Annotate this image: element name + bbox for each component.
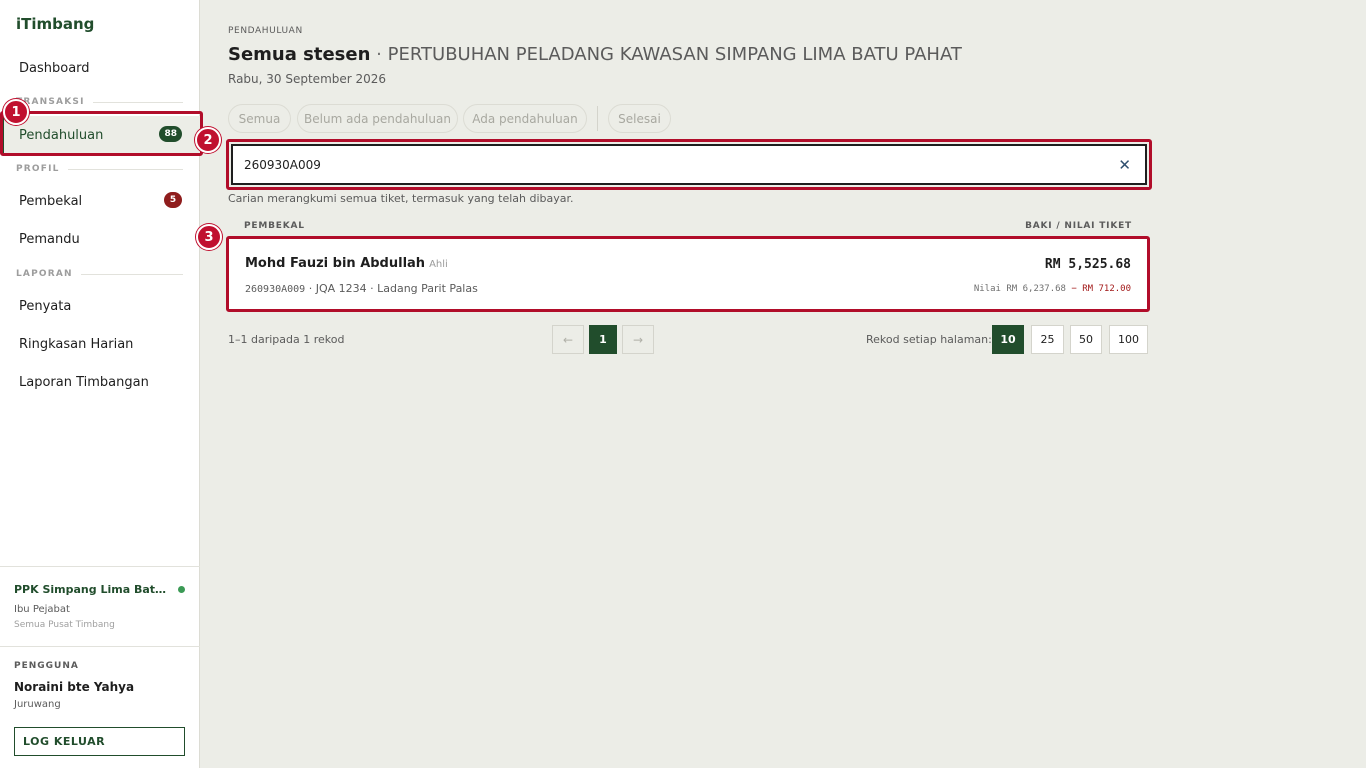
filter-chip-ada-pendahuluan[interactable]: Ada pendahuluan: [463, 104, 587, 133]
section-label-laporan: LAPORAN: [16, 269, 183, 279]
advance-deduction: − RM 712.00: [1065, 284, 1131, 294]
search-input[interactable]: [244, 157, 1094, 172]
column-header-pembekal: PEMBEKAL: [244, 221, 305, 231]
station-office: Ibu Pejabat: [14, 604, 70, 615]
filter-chip-selesai[interactable]: Selesai: [608, 104, 671, 133]
ticket-number: 260930A009: [245, 284, 306, 295]
user-name: Noraini bte Yahya: [14, 680, 135, 694]
sidebar-item-label: Pembekal: [19, 193, 83, 209]
clear-icon[interactable]: ✕: [1118, 156, 1131, 174]
count-badge: 88: [159, 126, 182, 142]
title-separator: ·: [370, 44, 388, 65]
sidebar: iTimbang Dashboard TRANSAKSI Pendahuluan…: [0, 0, 200, 768]
column-header-baki: BAKI / NILAI TIKET: [1025, 221, 1132, 231]
page-title-org: PERTUBUHAN PELADANG KAWASAN SIMPANG LIMA…: [387, 44, 962, 65]
supplier-type: Ahli: [429, 259, 448, 270]
page-date: Rabu, 30 September 2026: [228, 72, 387, 86]
section-label-transaksi: TRANSAKSI: [16, 97, 183, 107]
sidebar-item-label: Laporan Timbangan: [19, 374, 149, 390]
station-scope: Semua Pusat Timbang: [14, 620, 115, 630]
balance-amount: RM 5,525.68: [1044, 257, 1131, 272]
page-button-1[interactable]: 1: [589, 325, 617, 354]
count-badge: 5: [164, 192, 182, 208]
page-title-main: Semua stesen: [228, 44, 371, 65]
sidebar-item-label: Pendahuluan: [19, 127, 104, 143]
sidebar-item-ringkasan-harian[interactable]: Ringkasan Harian: [0, 325, 200, 363]
user-label: PENGGUNA: [14, 661, 79, 671]
sidebar-item-dashboard[interactable]: Dashboard: [0, 49, 200, 87]
filter-divider: [597, 106, 598, 131]
sidebar-item-pembekal[interactable]: Pembekal 5: [0, 182, 200, 220]
breadcrumb: PENDAHULUAN: [228, 26, 303, 36]
online-status-icon: [178, 586, 185, 593]
station-selector[interactable]: PPK Simpang Lima Batu P... Ibu Pejabat S…: [0, 566, 200, 646]
per-page-label: Rekod setiap halaman:: [866, 333, 992, 346]
result-highlight: Mohd Fauzi bin Abdullah Ahli 260930A009 ·…: [226, 236, 1150, 312]
per-page-option-100[interactable]: 100: [1109, 325, 1148, 354]
user-panel: PENGGUNA Noraini bte Yahya Juruwang LOG …: [0, 646, 200, 768]
sidebar-item-label: Ringkasan Harian: [19, 336, 134, 352]
ticket-details: · JQA 1234 · Ladang Parit Palas: [305, 282, 478, 295]
per-page-option-10[interactable]: 10: [992, 325, 1024, 354]
filter-chip-semua[interactable]: Semua: [228, 104, 291, 133]
sidebar-item-pemandu[interactable]: Pemandu: [0, 220, 200, 258]
sidebar-item-label: Pemandu: [19, 231, 80, 247]
annotation-marker-2: 2: [195, 127, 221, 153]
table-row[interactable]: Mohd Fauzi bin Abdullah Ahli 260930A009 ·…: [231, 241, 1145, 307]
prev-page-button[interactable]: ←: [552, 325, 584, 354]
app-logo[interactable]: iTimbang: [16, 15, 94, 33]
filter-chip-belum-ada-pendahuluan[interactable]: Belum ada pendahuluan: [297, 104, 458, 133]
annotation-marker-1: 1: [3, 99, 29, 125]
sidebar-item-label: Penyata: [19, 298, 72, 314]
annotation-marker-3: 3: [196, 224, 222, 250]
search-hint: Carian merangkumi semua tiket, termasuk …: [228, 192, 574, 205]
user-role: Juruwang: [14, 699, 61, 710]
sidebar-item-laporan-timbangan[interactable]: Laporan Timbangan: [0, 363, 200, 401]
sidebar-item-label: Dashboard: [19, 60, 90, 76]
supplier-name-cell: Mohd Fauzi bin Abdullah Ahli: [245, 256, 448, 271]
station-name: PPK Simpang Lima Batu P...: [14, 583, 169, 596]
record-summary: 1–1 daripada 1 rekod: [228, 333, 345, 346]
ticket-meta: 260930A009 · JQA 1234 · Ladang Parit Pal…: [245, 282, 478, 295]
section-label-profil: PROFIL: [16, 164, 183, 174]
ticket-value: Nilai RM 6,237.68: [973, 284, 1066, 294]
page-title: Semua stesen · PERTUBUHAN PELADANG KAWAS…: [228, 44, 962, 65]
sidebar-item-pendahuluan[interactable]: Pendahuluan 88: [1, 116, 200, 154]
sidebar-item-penyata[interactable]: Penyata: [0, 287, 200, 325]
logout-button[interactable]: LOG KELUAR: [14, 727, 185, 756]
per-page-option-50[interactable]: 50: [1070, 325, 1102, 354]
per-page-option-25[interactable]: 25: [1031, 325, 1064, 354]
next-page-button[interactable]: →: [622, 325, 654, 354]
search-field[interactable]: ✕: [231, 144, 1147, 185]
ticket-value-detail: Nilai RM 6,237.68 − RM 712.00: [974, 284, 1131, 294]
supplier-name: Mohd Fauzi bin Abdullah: [245, 256, 426, 271]
search-highlight: ✕: [226, 139, 1152, 190]
